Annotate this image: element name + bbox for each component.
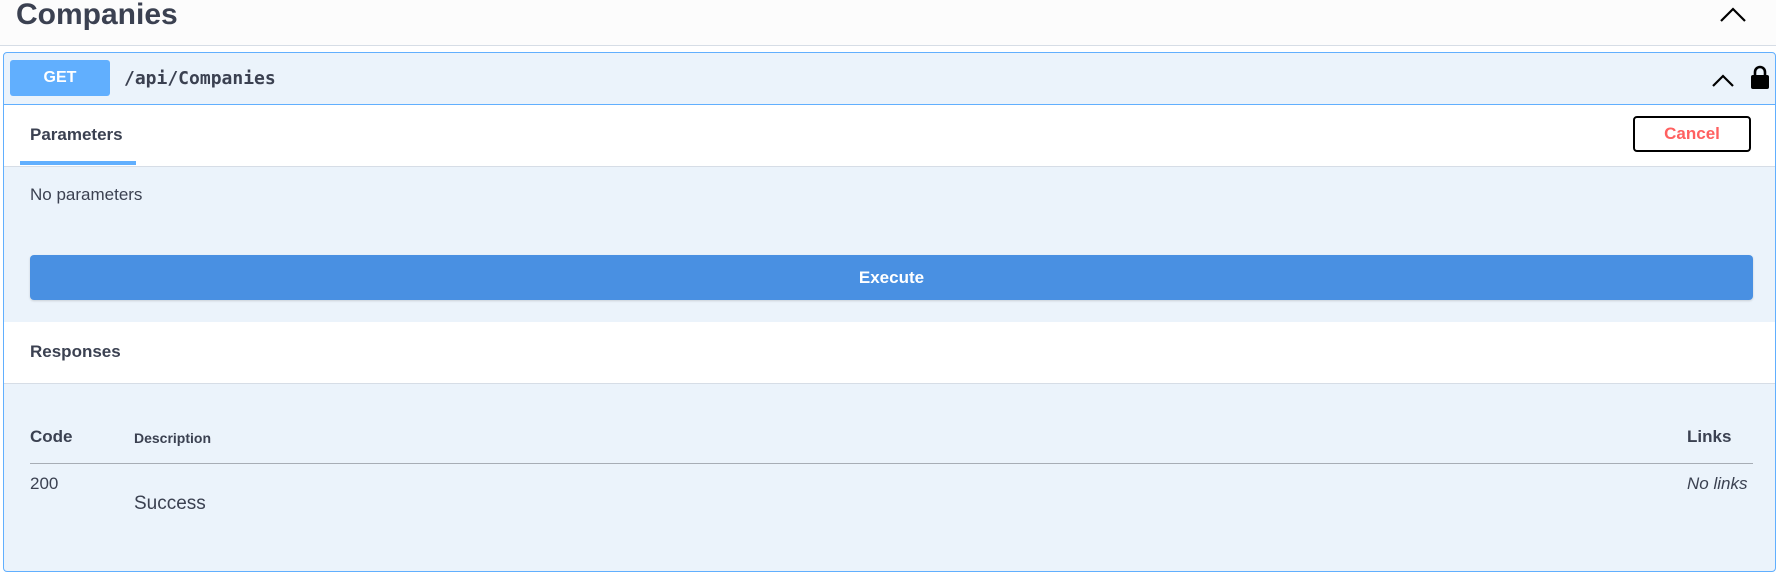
chevron-up-icon[interactable]	[1718, 4, 1748, 24]
column-header-links: Links	[1687, 427, 1732, 446]
section-header[interactable]: Companies	[0, 0, 1776, 46]
cancel-button[interactable]: Cancel	[1633, 116, 1751, 152]
responses-header: Responses	[4, 322, 1775, 384]
method-badge: GET	[10, 60, 110, 96]
column-header-code: Code	[30, 427, 73, 446]
responses-title: Responses	[30, 342, 121, 361]
column-header-description: Description	[134, 430, 212, 446]
operation-block: GET /api/Companies Parameters Cancel No …	[3, 52, 1776, 572]
tab-parameters[interactable]: Parameters	[30, 125, 123, 145]
parameters-header: Parameters Cancel	[4, 105, 1775, 167]
response-description: Success	[134, 493, 206, 514]
lock-icon[interactable]	[1749, 64, 1771, 90]
response-code: 200	[30, 474, 59, 493]
execute-button[interactable]: Execute	[30, 255, 1753, 300]
operation-summary[interactable]: GET /api/Companies	[4, 53, 1775, 105]
no-parameters-text: No parameters	[30, 185, 143, 204]
operation-path: /api/Companies	[124, 68, 276, 89]
tab-active-indicator	[20, 161, 136, 165]
response-links: No links	[1687, 474, 1748, 493]
section-title[interactable]: Companies	[16, 0, 178, 33]
table-divider	[30, 463, 1753, 464]
chevron-up-icon[interactable]	[1710, 71, 1736, 89]
